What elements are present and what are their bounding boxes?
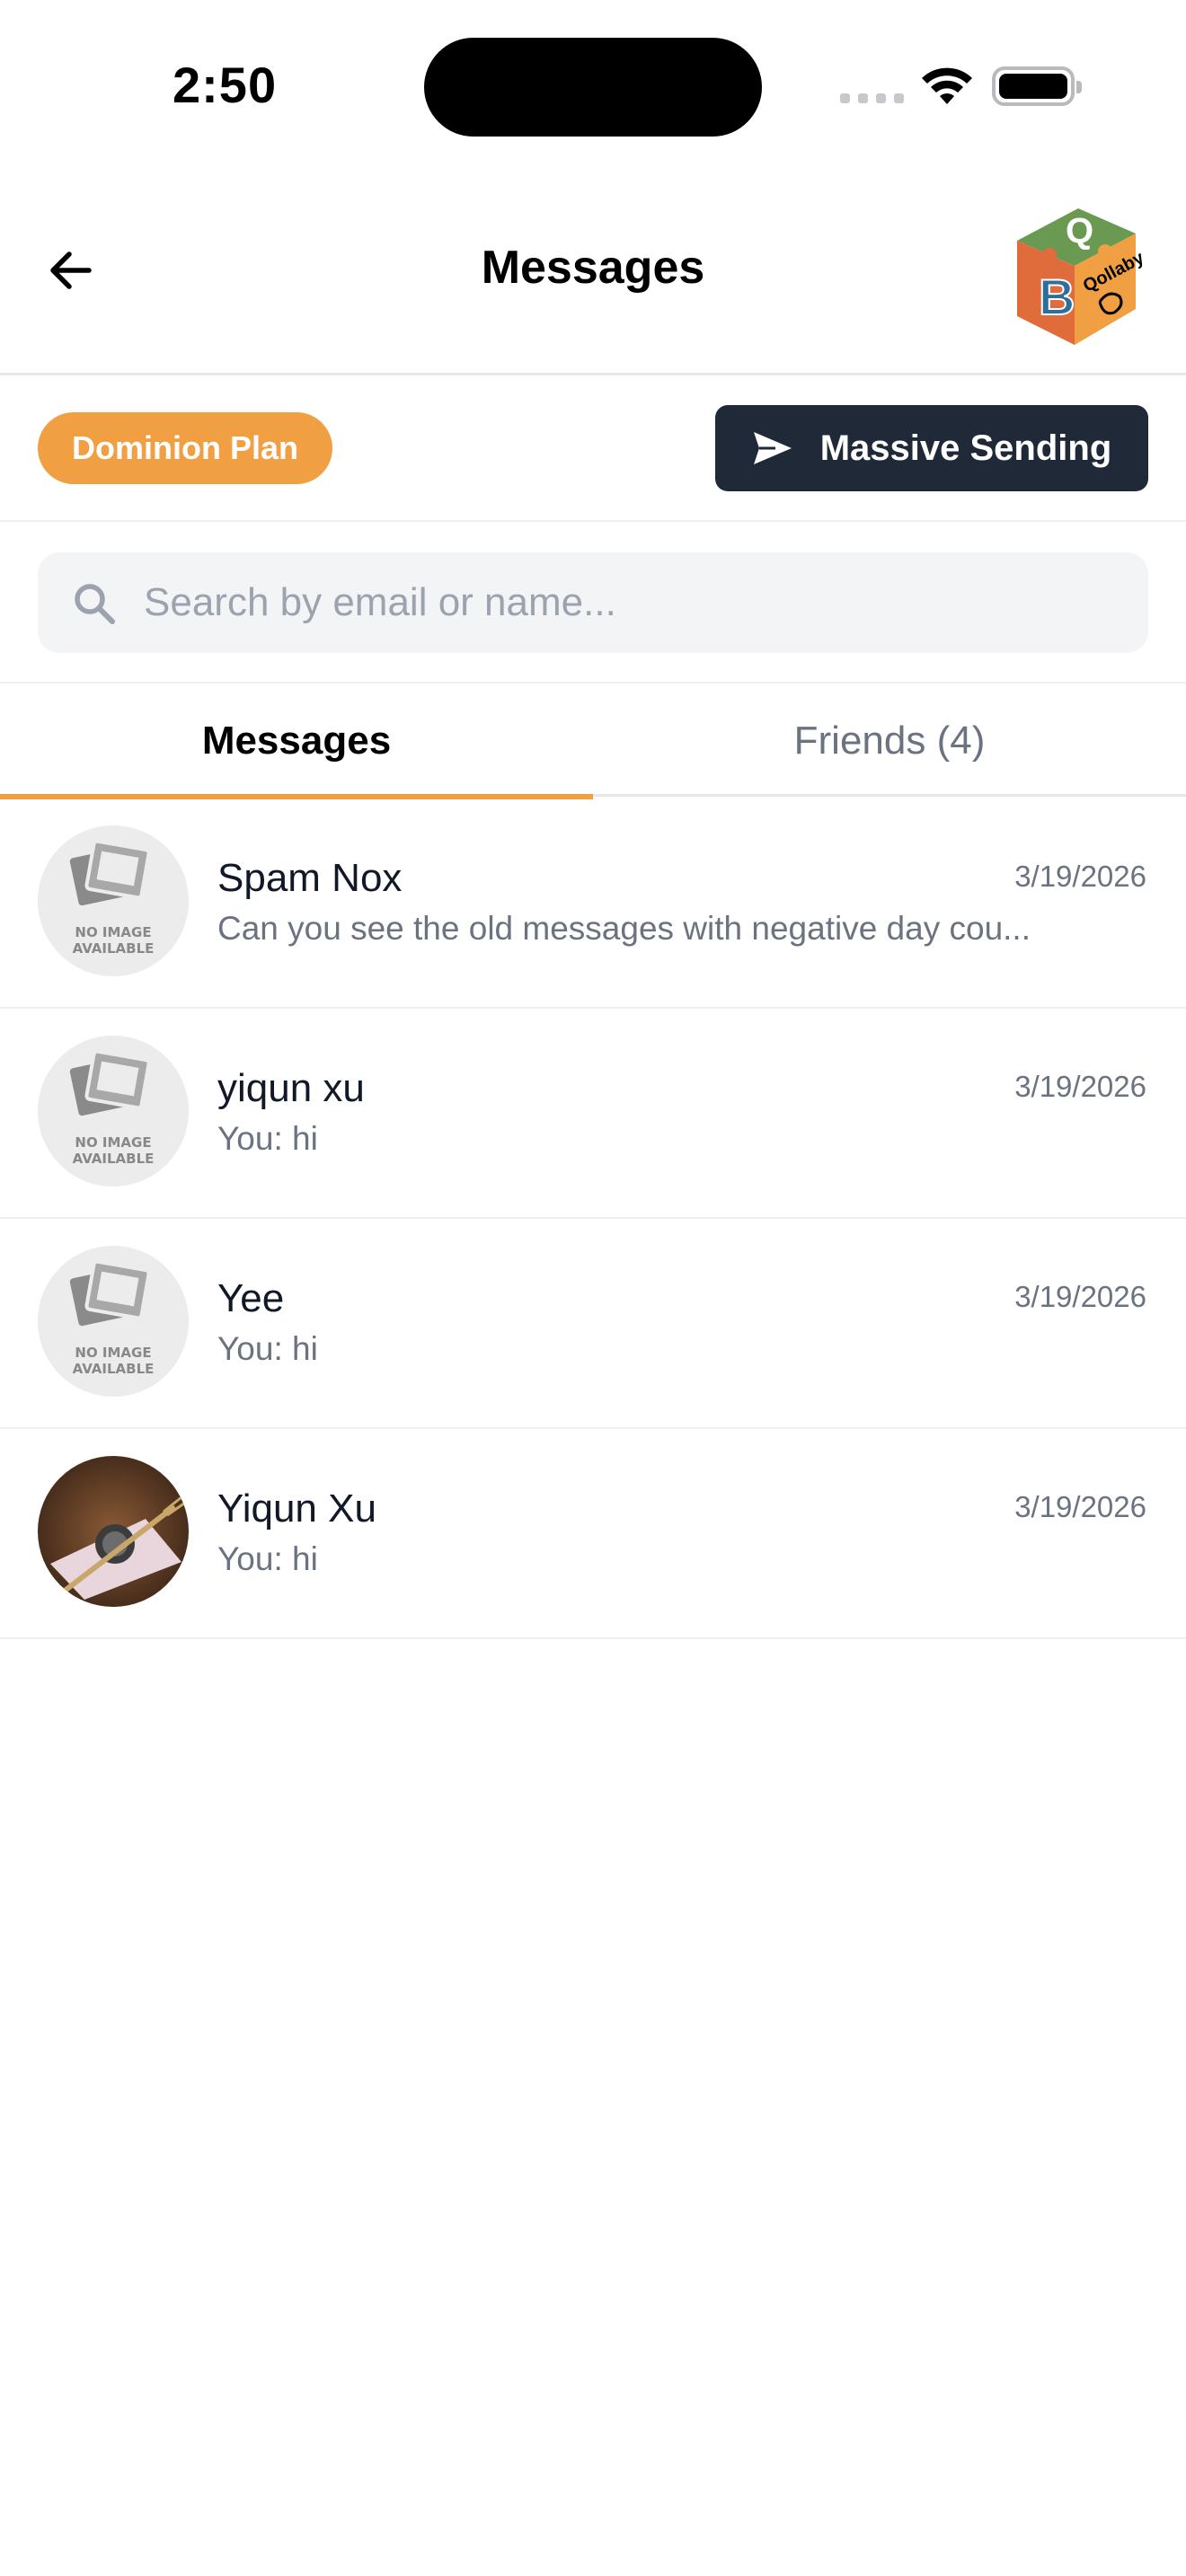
status-bar: 2:50 (0, 0, 1186, 171)
action-row: Dominion Plan Massive Sending (0, 378, 1186, 522)
conversation-preview: You: hi (217, 1540, 318, 1577)
conversation-row[interactable]: NO IMAGE AVAILABLE Yee 3/19/2026 You: hi (0, 1219, 1186, 1429)
massive-sending-button[interactable]: Massive Sending (715, 405, 1148, 491)
conversation-date: 3/19/2026 (1014, 1280, 1146, 1313)
conversation-date: 3/19/2026 (1014, 1490, 1146, 1523)
conversation-row[interactable]: NO IMAGE AVAILABLE Spam Nox 3/19/2026 Ca… (0, 798, 1186, 1009)
status-time: 2:50 (173, 57, 278, 113)
search-icon (75, 584, 115, 624)
svg-text:AVAILABLE: AVAILABLE (73, 1151, 155, 1167)
wifi-icon (922, 67, 972, 104)
tab-friends[interactable]: Friends (4) (593, 685, 1186, 797)
conversation-preview: You: hi (217, 1330, 318, 1367)
dynamic-island (424, 38, 762, 137)
conversation-name: yiqun xu (217, 1066, 365, 1110)
conversation-list: NO IMAGE AVAILABLE Spam Nox 3/19/2026 Ca… (0, 798, 1186, 1639)
avatar-no-image: NO IMAGE AVAILABLE (38, 1246, 189, 1397)
send-icon (753, 432, 792, 464)
search-input[interactable] (144, 552, 1114, 653)
avatar-photo (38, 1456, 189, 1607)
search-section (0, 524, 1186, 684)
search-box[interactable] (38, 552, 1148, 653)
conversation-preview: Can you see the old messages with negati… (217, 910, 1031, 947)
messages-screen: 2:50 Messages B Q Qollaby Dominion Plan … (0, 0, 1186, 2576)
conversation-preview: You: hi (217, 1120, 318, 1157)
svg-text:NO IMAGE: NO IMAGE (75, 1345, 151, 1361)
avatar-no-image: NO IMAGE AVAILABLE (38, 1036, 189, 1187)
tab-messages[interactable]: Messages (0, 685, 593, 799)
svg-text:AVAILABLE: AVAILABLE (73, 940, 155, 957)
battery-icon (992, 66, 1082, 106)
massive-sending-label: Massive Sending (819, 428, 1112, 468)
conversation-name: Spam Nox (217, 856, 403, 900)
conversation-row[interactable]: NO IMAGE AVAILABLE yiqun xu 3/19/2026 Yo… (0, 1009, 1186, 1219)
svg-text:AVAILABLE: AVAILABLE (73, 1361, 155, 1377)
svg-text:B: B (1039, 269, 1075, 325)
tab-bar: Messages Friends (4) (0, 685, 1186, 799)
conversation-row[interactable]: Yiqun Xu 3/19/2026 You: hi (0, 1429, 1186, 1639)
qollaby-logo[interactable]: B Q Qollaby (999, 196, 1152, 348)
conversation-date: 3/19/2026 (1014, 860, 1146, 893)
svg-text:Q: Q (1066, 211, 1093, 251)
conversation-date: 3/19/2026 (1014, 1070, 1146, 1103)
conversation-name: Yiqun Xu (217, 1486, 376, 1531)
cellular-signal-icon (840, 93, 904, 103)
svg-text:NO IMAGE: NO IMAGE (75, 1134, 151, 1151)
app-header: Messages B Q Qollaby (0, 171, 1186, 375)
conversation-name: Yee (217, 1276, 285, 1320)
svg-text:NO IMAGE: NO IMAGE (75, 924, 151, 940)
plan-badge[interactable]: Dominion Plan (38, 412, 332, 484)
avatar-no-image: NO IMAGE AVAILABLE (38, 825, 189, 976)
